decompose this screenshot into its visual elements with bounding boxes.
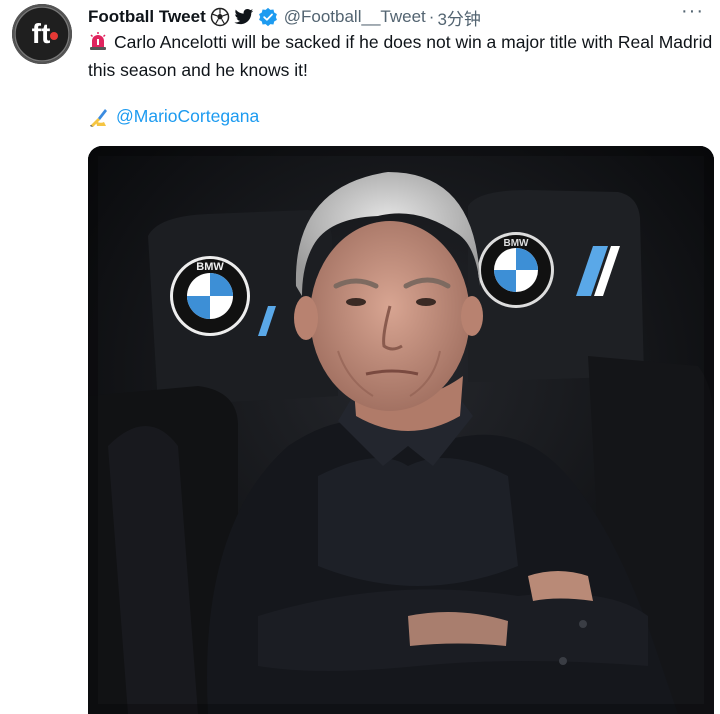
- photo-ancelotti-bench: BMW BMW: [88, 146, 714, 714]
- author-handle[interactable]: @Football__Tweet: [284, 7, 426, 27]
- soccer-ball-icon: [210, 7, 230, 27]
- verified-badge-icon: [258, 7, 278, 27]
- football-tweet-logo: ft: [14, 6, 70, 62]
- author-name[interactable]: Football Tweet: [88, 7, 206, 27]
- tweet-photo[interactable]: BMW BMW: [88, 146, 714, 714]
- separator-dot: ·: [428, 7, 435, 26]
- siren-icon: [88, 31, 108, 58]
- more-icon[interactable]: ···: [681, 0, 704, 23]
- avatar-text: ft: [32, 18, 51, 49]
- timestamp[interactable]: 3分钟: [437, 5, 480, 30]
- tweet-text: Carlo Ancelotti will be sacked if he doe…: [88, 30, 714, 83]
- credit-mention-link[interactable]: @MarioCortegana: [116, 104, 259, 129]
- avatar[interactable]: ft: [12, 4, 72, 64]
- bmw-logo-right: BMW: [478, 232, 554, 308]
- tweet-body-text: Carlo Ancelotti will be sacked if he doe…: [88, 32, 713, 80]
- twitter-bird-icon: [234, 8, 254, 26]
- writing-hand-icon: [88, 106, 110, 128]
- tweet-header: Football Tweet @Football__Tweet · 3分钟 ··…: [88, 0, 706, 30]
- bmw-logo-left: BMW: [170, 256, 250, 336]
- credit-line: @MarioCortegana: [88, 104, 259, 129]
- svg-text:BMW: BMW: [504, 238, 530, 249]
- svg-text:BMW: BMW: [196, 261, 224, 273]
